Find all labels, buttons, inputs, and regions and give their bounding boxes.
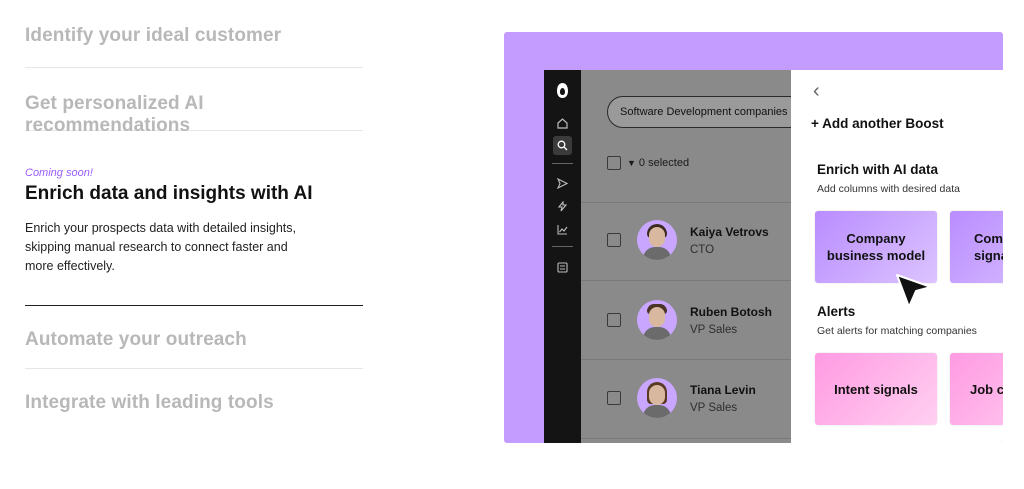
feature-item-enrich[interactable]: Coming soon! Enrich data and insights wi…	[25, 131, 363, 306]
boost-card-signals[interactable]: Company signals	[950, 211, 1003, 283]
feature-item-identify[interactable]: Identify your ideal customer	[25, 0, 363, 68]
alert-card-label: Intent signals	[834, 381, 918, 397]
table-row[interactable]: Kaiya Vetrovs CTO	[607, 218, 791, 262]
cursor-icon	[895, 273, 933, 314]
alerts-section-subtitle: Get alerts for matching companies	[817, 325, 977, 337]
logo-icon	[553, 81, 572, 100]
boost-card-label: Company signals	[974, 231, 1003, 263]
add-boost-button[interactable]: + Add another Boost	[811, 116, 944, 131]
list-icon[interactable]	[553, 258, 572, 277]
search-icon[interactable]	[553, 136, 572, 155]
row-divider	[581, 280, 791, 281]
select-all-row: ▼ 0 selected	[607, 156, 689, 170]
sidebar-divider	[552, 163, 573, 164]
row-checkbox[interactable]	[607, 313, 621, 327]
row-checkbox[interactable]	[607, 391, 621, 405]
person-name: Ruben Botosh	[690, 304, 772, 319]
enrich-section-subtitle: Add columns with desired data	[817, 183, 960, 195]
boost-card-label: Company business model	[826, 231, 926, 263]
alerts-section-title: Alerts	[817, 304, 856, 319]
avatar	[637, 220, 677, 260]
table-row[interactable]: Ruben Botosh VP Sales	[607, 298, 791, 342]
feature-item-outreach[interactable]: Automate your outreach	[25, 306, 363, 369]
select-all-checkbox[interactable]	[607, 156, 621, 170]
sparkle-icon[interactable]	[553, 197, 572, 216]
person-name: Tiana Levin	[690, 382, 756, 397]
enrich-section-title: Enrich with AI data	[817, 162, 939, 177]
selected-count: 0 selected	[638, 157, 690, 169]
feature-item-integrate[interactable]: Integrate with leading tools	[25, 369, 363, 432]
feature-description: Enrich your prospects data with detailed…	[25, 221, 296, 273]
avatar	[637, 300, 677, 340]
person-role: CTO	[690, 243, 715, 256]
feature-title: Automate your outreach	[25, 329, 247, 350]
person-role: VP Sales	[690, 323, 738, 336]
send-icon[interactable]	[553, 174, 572, 193]
alert-card-label: Job changes	[970, 381, 1003, 397]
home-icon[interactable]	[553, 114, 572, 133]
feature-item-recommendations[interactable]: Get personalized AI recommendations	[25, 68, 363, 136]
chevron-left-icon[interactable]: ‹	[813, 80, 820, 103]
chevron-down-icon[interactable]: ▼	[627, 158, 636, 168]
row-checkbox[interactable]	[607, 233, 621, 247]
row-divider	[581, 438, 791, 439]
alert-card-job-changes[interactable]: Job changes	[950, 353, 1003, 425]
row-divider	[581, 359, 791, 360]
feature-list: Identify your ideal customer Get persona…	[25, 0, 363, 432]
avatar	[637, 378, 677, 418]
boost-panel: ‹ + Add another Boost Enrich with AI dat…	[791, 70, 1003, 443]
feature-title-active: Enrich data and insights with AI	[25, 183, 313, 204]
app-sidebar	[544, 70, 581, 443]
feature-title: Identify your ideal customer	[25, 25, 282, 46]
prospect-list: Software Development companies ▼ 0 selec…	[581, 70, 791, 443]
feature-title: Integrate with leading tools	[25, 392, 274, 413]
preview-background: Software Development companies ▼ 0 selec…	[504, 32, 1003, 443]
table-row[interactable]: Tiana Levin VP Sales	[607, 376, 791, 420]
person-name: Kaiya Vetrovs	[690, 224, 769, 239]
search-filter-pill[interactable]: Software Development companies	[607, 96, 791, 128]
app-preview: Software Development companies ▼ 0 selec…	[544, 70, 1003, 443]
coming-soon-badge: Coming soon!	[25, 167, 93, 179]
row-divider	[581, 202, 791, 203]
alert-card-intent-signals[interactable]: Intent signals	[815, 353, 937, 425]
sidebar-divider	[552, 246, 573, 247]
person-role: VP Sales	[690, 401, 738, 414]
chart-icon[interactable]	[553, 220, 572, 239]
